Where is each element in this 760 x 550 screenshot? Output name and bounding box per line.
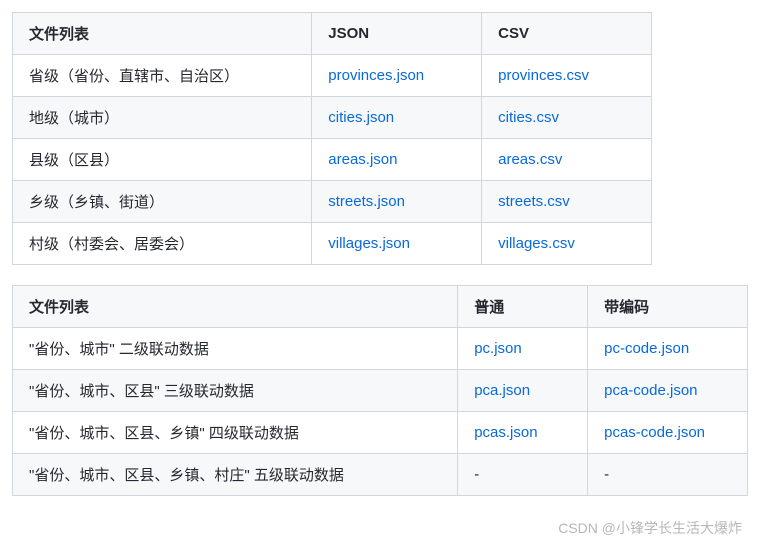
csv-link[interactable]: villages.csv xyxy=(498,235,575,252)
json-link[interactable]: provinces.json xyxy=(328,67,424,84)
plain-link[interactable]: pc.json xyxy=(474,340,522,357)
row-name: "省份、城市" 二级联动数据 xyxy=(13,328,458,370)
csv-link[interactable]: cities.csv xyxy=(498,109,559,126)
header-file-list: 文件列表 xyxy=(13,13,312,55)
table-row: "省份、城市、区县" 三级联动数据 pca.json pca-code.json xyxy=(13,370,748,412)
table-row: 村级（村委会、居委会） villages.json villages.csv xyxy=(13,223,652,265)
json-link[interactable]: cities.json xyxy=(328,109,394,126)
row-name: 省级（省份、直辖市、自治区） xyxy=(13,55,312,97)
code-cell: - xyxy=(588,454,748,496)
header-json: JSON xyxy=(312,13,482,55)
json-link[interactable]: streets.json xyxy=(328,193,405,210)
header-file-list: 文件列表 xyxy=(13,286,458,328)
row-name: 地级（城市） xyxy=(13,97,312,139)
row-name: 村级（村委会、居委会） xyxy=(13,223,312,265)
row-name: "省份、城市、区县、乡镇、村庄" 五级联动数据 xyxy=(13,454,458,496)
table-row: 省级（省份、直辖市、自治区） provinces.json provinces.… xyxy=(13,55,652,97)
table-row: "省份、城市、区县、乡镇" 四级联动数据 pcas.json pcas-code… xyxy=(13,412,748,454)
table-row: 县级（区县） areas.json areas.csv xyxy=(13,139,652,181)
row-name: "省份、城市、区县" 三级联动数据 xyxy=(13,370,458,412)
header-csv: CSV xyxy=(482,13,652,55)
table-row: "省份、城市、区县、乡镇、村庄" 五级联动数据 - - xyxy=(13,454,748,496)
code-link[interactable]: pca-code.json xyxy=(604,382,697,399)
code-link[interactable]: pc-code.json xyxy=(604,340,689,357)
plain-link[interactable]: pca.json xyxy=(474,382,530,399)
file-list-table-linked: 文件列表 普通 带编码 "省份、城市" 二级联动数据 pc.json pc-co… xyxy=(12,285,748,496)
csv-link[interactable]: provinces.csv xyxy=(498,67,589,84)
json-link[interactable]: areas.json xyxy=(328,151,397,168)
table-row: 乡级（乡镇、街道） streets.json streets.csv xyxy=(13,181,652,223)
plain-cell: - xyxy=(458,454,588,496)
table-header-row: 文件列表 普通 带编码 xyxy=(13,286,748,328)
row-name: "省份、城市、区县、乡镇" 四级联动数据 xyxy=(13,412,458,454)
header-plain: 普通 xyxy=(458,286,588,328)
row-name: 乡级（乡镇、街道） xyxy=(13,181,312,223)
table-row: "省份、城市" 二级联动数据 pc.json pc-code.json xyxy=(13,328,748,370)
code-link[interactable]: pcas-code.json xyxy=(604,424,705,441)
file-list-table-basic: 文件列表 JSON CSV 省级（省份、直辖市、自治区） provinces.j… xyxy=(12,12,652,265)
csv-link[interactable]: streets.csv xyxy=(498,193,570,210)
watermark: CSDN @小锋学长生活大爆炸 xyxy=(558,518,742,538)
json-link[interactable]: villages.json xyxy=(328,235,410,252)
csv-link[interactable]: areas.csv xyxy=(498,151,562,168)
header-code: 带编码 xyxy=(588,286,748,328)
row-name: 县级（区县） xyxy=(13,139,312,181)
table-row: 地级（城市） cities.json cities.csv xyxy=(13,97,652,139)
plain-link[interactable]: pcas.json xyxy=(474,424,537,441)
table-header-row: 文件列表 JSON CSV xyxy=(13,13,652,55)
